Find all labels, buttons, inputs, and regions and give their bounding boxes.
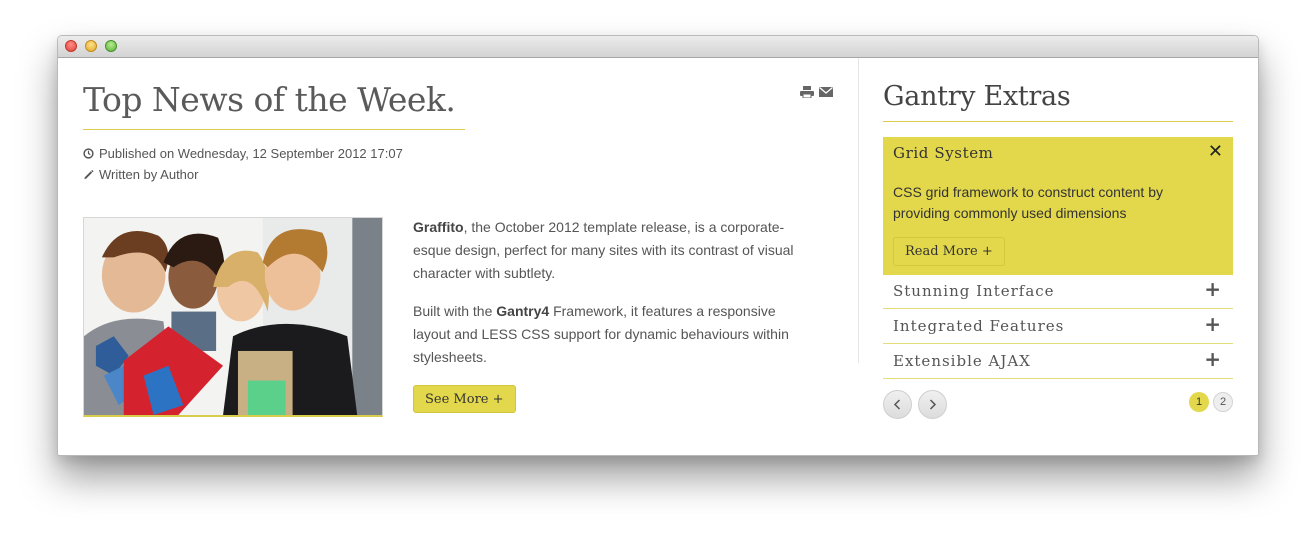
title-underline [83,129,465,130]
chevron-right-icon [929,399,937,410]
accordion-item-label: Stunning Interface [893,282,1055,300]
published-date: Published on Wednesday, 12 September 201… [83,146,403,161]
email-icon[interactable] [819,86,833,98]
next-button[interactable] [918,390,947,419]
article-author: Written by Author [83,167,198,182]
plus-icon[interactable]: + [1204,279,1221,299]
zoom-window-button[interactable] [105,40,117,52]
read-more-button[interactable]: Read More + [893,237,1005,266]
accordion-panel-grid-system: Grid System ✕ CSS grid framework to cons… [883,137,1233,275]
window-titlebar [58,36,1258,58]
author-text: Written by Author [99,167,199,182]
minimize-window-button[interactable] [85,40,97,52]
page-2-button[interactable]: 2 [1213,392,1233,412]
published-text: Published on Wednesday, 12 September 201… [99,146,403,161]
plus-icon[interactable]: + [1204,349,1221,369]
article-paragraph-1: Graffito, the October 2012 template rele… [413,216,813,285]
previous-button[interactable] [883,390,912,419]
close-icon[interactable]: ✕ [1208,143,1223,161]
sidebar-title-underline [883,121,1233,122]
article-photo [83,217,383,417]
accordion-item-label: Extensible AJAX [893,352,1031,370]
pencil-icon [83,169,94,180]
plus-icon[interactable]: + [1204,314,1221,334]
clock-icon [83,148,94,159]
article-tools [800,86,833,98]
brand-name: Graffito [413,219,464,235]
print-icon[interactable] [800,86,814,98]
article-paragraph-2: Built with the Gantry4 Framework, it fea… [413,300,813,369]
accordion-description: CSS grid framework to construct content … [893,184,1163,221]
see-more-button[interactable]: See More + [413,385,516,413]
accordion-title-grid-system[interactable]: Grid System [893,144,994,162]
accordion-item-stunning-interface[interactable]: Stunning Interface + [883,274,1233,309]
chevron-left-icon [893,399,901,410]
framework-name: Gantry4 [496,303,550,319]
accordion-item-integrated-features[interactable]: Integrated Features + [883,309,1233,344]
sidebar-title: Gantry Extras [883,81,1071,112]
column-divider [858,58,859,363]
article-title: Top News of the Week. [83,80,456,119]
page-1-button[interactable]: 1 [1189,392,1209,412]
accordion-item-label: Integrated Features [893,317,1065,335]
accordion-item-extensible-ajax[interactable]: Extensible AJAX + [883,344,1233,379]
paragraph-2-lead: Built with the [413,303,497,319]
paragraph-1-text: , the October 2012 template release, is … [413,219,794,281]
browser-window: Top News of the Week. Published on Wedne… [57,35,1259,456]
close-window-button[interactable] [65,40,77,52]
